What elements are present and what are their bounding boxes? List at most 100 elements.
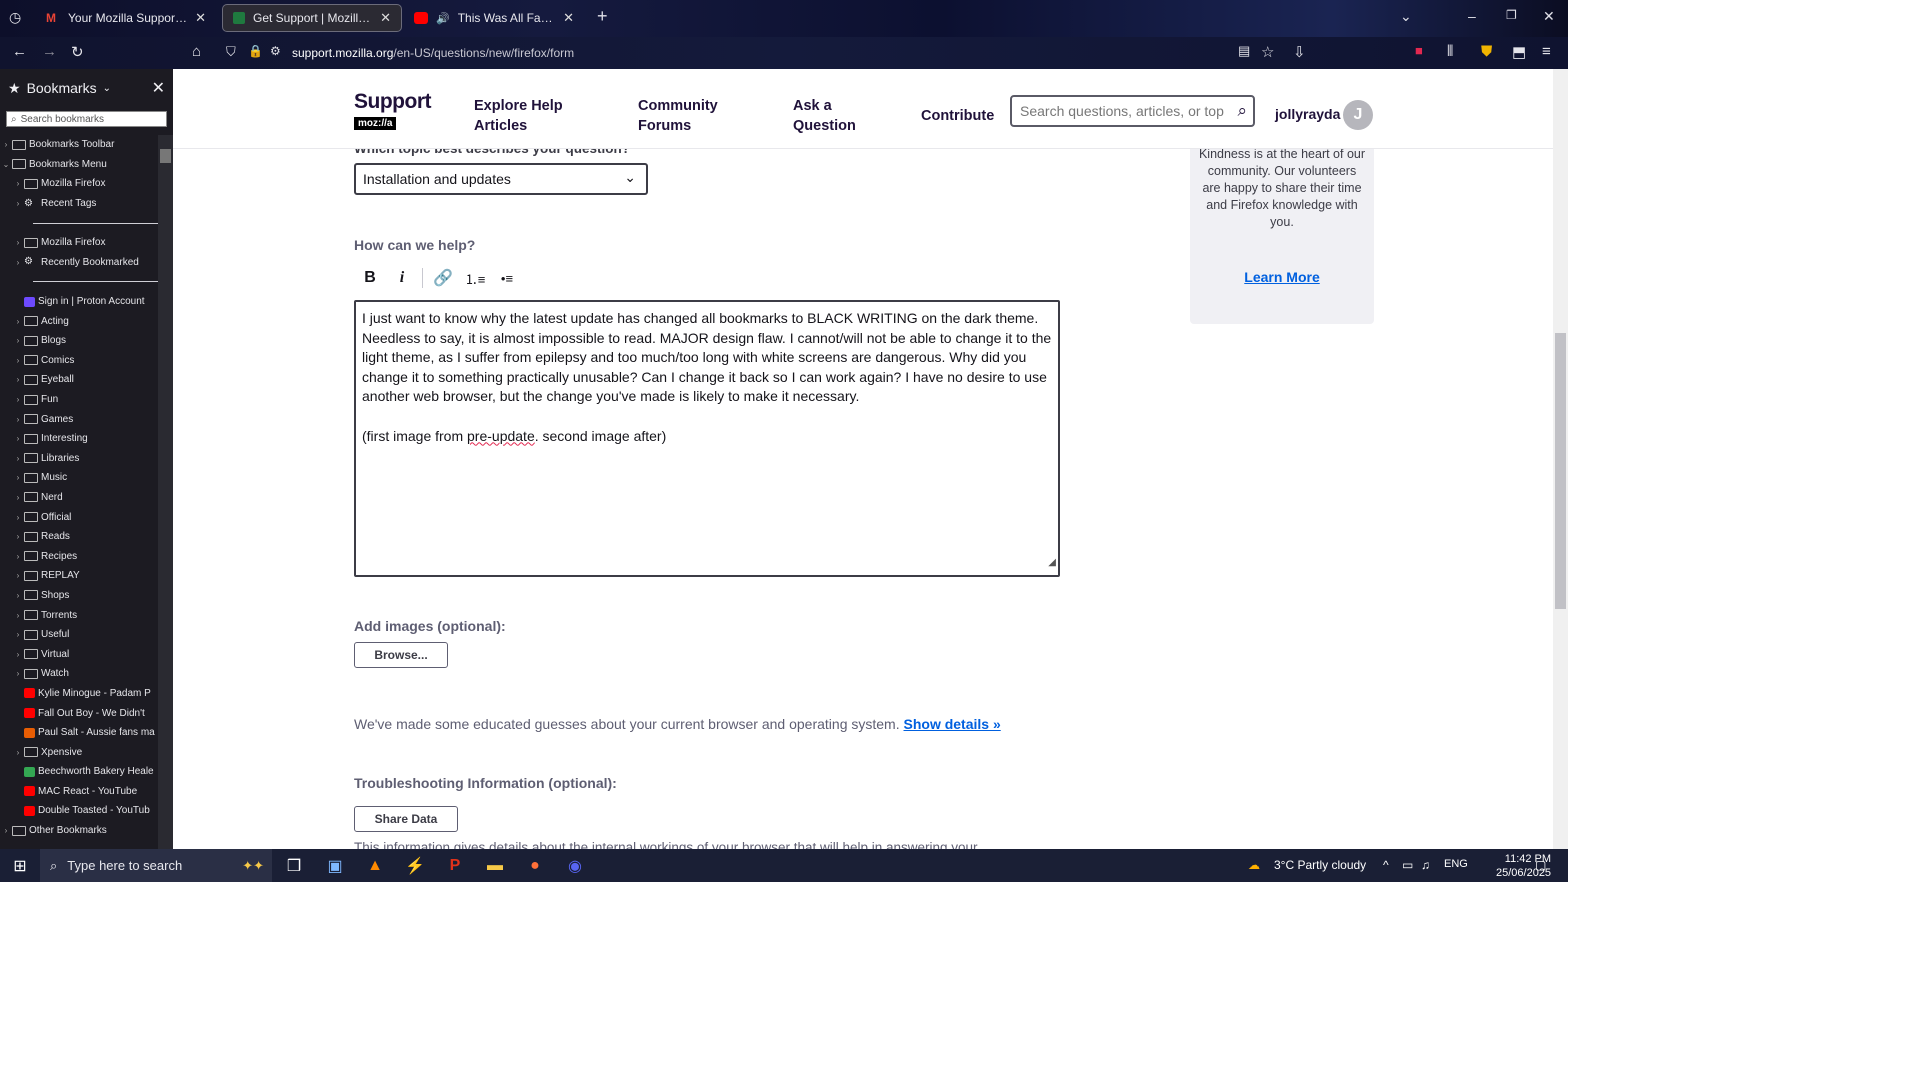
p-app-icon[interactable]: P (444, 855, 466, 877)
bookmark-item[interactable]: › Bookmarks Toolbar (0, 135, 158, 155)
browse-button[interactable]: Browse... (354, 642, 448, 668)
learn-more-link[interactable]: Learn More (1190, 269, 1374, 285)
app-icon[interactable]: ▣ (324, 855, 346, 877)
bookmark-item[interactable]: › Reads (0, 527, 158, 547)
bookmark-item[interactable]: › Libraries (0, 449, 158, 469)
bookmark-item[interactable]: › Torrents (0, 605, 158, 625)
taskbar-search[interactable]: ⌕ Type here to search ✦✦ (40, 849, 272, 882)
expand-twisty-icon[interactable]: › (12, 336, 24, 345)
bookmark-item[interactable]: Fall Out Boy - We Didn't (0, 703, 158, 723)
tab-get-support[interactable]: Get Support | Mozilla Support ✕ (222, 4, 402, 32)
share-data-button[interactable]: Share Data (354, 806, 458, 832)
bookmark-item[interactable]: › Virtual (0, 644, 158, 664)
expand-twisty-icon[interactable]: › (12, 513, 24, 522)
bookmark-item[interactable]: › Xpensive (0, 742, 158, 762)
expand-twisty-icon[interactable]: › (0, 140, 12, 149)
bookmark-item[interactable]: Kylie Minogue - Padam P (0, 684, 158, 704)
close-tab-icon[interactable]: ✕ (563, 10, 574, 26)
bookmark-item[interactable]: › Recipes (0, 546, 158, 566)
expand-twisty-icon[interactable]: › (12, 199, 24, 208)
expand-twisty-icon[interactable]: › (12, 454, 24, 463)
discord-icon[interactable]: ◉ (564, 855, 586, 877)
windows-start-icon[interactable]: ⊞ (9, 855, 31, 877)
network-icon[interactable]: ▭ (1402, 858, 1413, 872)
save-to-pocket-icon[interactable]: ⇩ (1293, 43, 1306, 61)
bookmark-item[interactable]: › Interesting (0, 429, 158, 449)
language-indicator[interactable]: ENG (1444, 858, 1468, 870)
vlc-icon[interactable]: ▲ (364, 855, 386, 877)
bookmark-item[interactable]: › Mozilla Firefox (0, 233, 158, 253)
close-tab-icon[interactable]: ✕ (380, 10, 391, 26)
nav-explore-help[interactable]: Explore Help Articles (474, 96, 584, 136)
expand-twisty-icon[interactable]: › (12, 532, 24, 541)
url-bar[interactable]: ⛉ 🔒 ⚙ support.mozilla.org/en-US/question… (222, 40, 1262, 66)
resize-handle-icon[interactable]: ◢ (1048, 553, 1056, 573)
extension-shield-icon[interactable]: ⛊ (1481, 43, 1492, 60)
topic-select[interactable]: Installation and updates ⌄ (354, 163, 648, 195)
forward-icon[interactable]: → (42, 43, 57, 60)
expand-twisty-icon[interactable]: › (12, 650, 24, 659)
expand-twisty-icon[interactable]: › (12, 552, 24, 561)
weather-icon[interactable]: ☁ (1248, 858, 1260, 872)
expand-twisty-icon[interactable]: › (12, 375, 24, 384)
link-icon[interactable]: 🔗 (427, 265, 459, 291)
tab-youtube[interactable]: 🔊 This Was All Fake?! Doctor ✕ (404, 4, 584, 32)
speaker-icon[interactable]: 🔊 (436, 12, 450, 25)
volume-icon[interactable]: ♫ (1421, 858, 1430, 872)
expand-twisty-icon[interactable]: › (12, 748, 24, 757)
bookmark-item[interactable]: › Shops (0, 586, 158, 606)
task-view-icon[interactable]: ❒ (283, 855, 305, 877)
question-textarea[interactable]: I just want to know why the latest updat… (354, 300, 1060, 577)
expand-twisty-icon[interactable]: › (12, 591, 24, 600)
bookmark-item[interactable]: › Fun (0, 390, 158, 410)
bookmark-item[interactable]: › Blogs (0, 331, 158, 351)
site-search-input[interactable]: Search questions, articles, or top ⌕ (1010, 95, 1255, 127)
bookmark-item[interactable]: › Mozilla Firefox (0, 174, 158, 194)
close-tab-icon[interactable]: ✕ (195, 10, 206, 26)
bookmark-item[interactable]: › Useful (0, 625, 158, 645)
bookmark-item[interactable]: › Comics (0, 351, 158, 371)
library-icon[interactable]: ⫴ (1447, 43, 1453, 60)
extensions-icon[interactable]: ⬒ (1512, 43, 1526, 61)
page-scrollbar[interactable] (1553, 69, 1568, 849)
bookmark-item[interactable]: › Other Bookmarks (0, 821, 158, 841)
search-icon[interactable]: ⌕ (1237, 101, 1247, 121)
weather-text[interactable]: 3°C Partly cloudy (1274, 858, 1366, 872)
expand-twisty-icon[interactable]: › (0, 826, 12, 835)
bookmark-item[interactable]: MAC React - YouTube (0, 782, 158, 802)
file-explorer-icon[interactable]: ▬ (484, 855, 506, 877)
bookmark-item[interactable]: › ⚙ Recent Tags (0, 194, 158, 214)
bookmark-search-input[interactable]: ⌕ Search bookmarks (6, 111, 167, 127)
new-tab-icon[interactable]: + (597, 6, 608, 27)
expand-twisty-icon[interactable]: › (12, 238, 24, 247)
sidebar-scrollbar[interactable] (158, 135, 173, 849)
history-icon[interactable]: ◷ (9, 9, 21, 26)
bookmark-item[interactable]: › REPLAY (0, 566, 158, 586)
reload-icon[interactable]: ↻ (71, 43, 84, 61)
bookmark-item[interactable]: › Official (0, 507, 158, 527)
expand-twisty-icon[interactable]: › (12, 415, 24, 424)
close-window-icon[interactable]: ✕ (1543, 8, 1555, 25)
notifications-icon[interactable]: ▢ (1535, 858, 1546, 872)
support-logo[interactable]: Support moz://a (354, 91, 431, 131)
expand-twisty-icon[interactable]: › (12, 317, 24, 326)
bookmark-star-icon[interactable]: ☆ (1261, 43, 1274, 61)
minimize-icon[interactable]: – (1468, 8, 1476, 24)
bookmark-item[interactable]: Beechworth Bakery Heale (0, 762, 158, 782)
expand-twisty-icon[interactable]: › (12, 611, 24, 620)
lock-icon[interactable]: 🔒 (248, 44, 263, 58)
bookmark-item[interactable]: › Watch (0, 664, 158, 684)
italic-icon[interactable]: i (386, 265, 418, 291)
expand-twisty-icon[interactable]: › (12, 669, 24, 678)
bookmark-item[interactable]: › Acting (0, 311, 158, 331)
bookmark-item[interactable]: Double Toasted - YouTub (0, 801, 158, 821)
nav-ask-question[interactable]: Ask a Question (793, 96, 873, 136)
tray-chevron-icon[interactable]: ^ (1383, 858, 1389, 872)
close-sidebar-icon[interactable]: ✕ (152, 78, 165, 98)
shield-icon[interactable]: ⛉ (226, 44, 236, 60)
expand-twisty-icon[interactable]: › (12, 630, 24, 639)
bullet-list-icon[interactable]: •≡ (491, 265, 523, 291)
firefox-icon[interactable]: ● (524, 855, 546, 877)
bold-icon[interactable]: B (354, 265, 386, 291)
expand-twisty-icon[interactable]: › (12, 258, 24, 267)
